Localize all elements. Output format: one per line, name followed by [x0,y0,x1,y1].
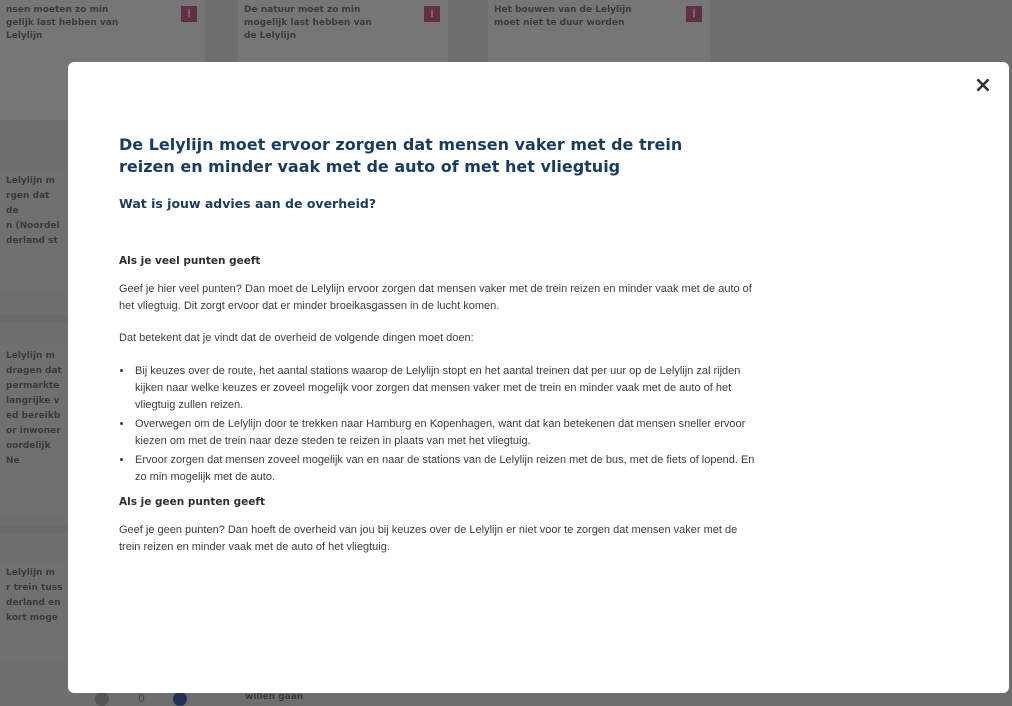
list-item: Bij keuzes over de route, het aantal sta… [133,363,759,414]
info-modal: × De Lelylijn moet ervoor zorgen dat men… [68,62,1009,693]
high-points-heading: Als je veel punten geeft [119,255,261,267]
background-card: Het bouwen van de Lelylijn moet niet te … [488,0,710,62]
close-icon[interactable]: × [973,75,993,97]
card-text: Het bouwen van de Lelylijn moet niet te … [494,5,632,28]
card-text: De natuur moet zo min mogelijk last hebb… [244,5,372,41]
plus-button[interactable] [173,692,187,706]
high-points-text: Geef je hier veel punten? Dan moet de Le… [119,283,752,312]
no-points-heading: Als je geen punten geeft [119,496,265,508]
info-icon: i [424,6,440,22]
no-points-text: Geef je geen punten? Dan hoeft de overhe… [119,524,738,553]
modal-subtitle: Wat is jouw advies aan de overheid? [119,196,377,211]
info-icon: i [686,6,702,22]
card-text: willen gaan [245,692,304,702]
list-item: Overwegen om de Lelylijn door te trekken… [133,416,759,450]
advice-list: Bij keuzes over de route, het aantal sta… [119,363,759,486]
card-text: nsen moeten zo min gelijk last hebben va… [6,5,119,41]
points-value: 0 [138,692,145,705]
background-left-item: Lelylijn m dragen dat permarkte langrijk… [0,345,70,515]
background-left-item: Lelylijn m rgen dat de n (Noordel derlan… [0,170,70,290]
background-left-item: Lelylijn m r trein tuss derland en kort … [0,562,70,662]
modal-title: De Lelylijn moet ervoor zorgen dat mense… [119,135,683,176]
list-item: Ervoor zorgen dat mensen zoveel mogelijk… [133,452,759,486]
background-card: De natuur moet zo min mogelijk last hebb… [238,0,448,62]
means-text: Dat betekent dat je vindt dat de overhei… [119,332,474,344]
info-icon: i [181,6,197,22]
modal-content: De Lelylijn moet ervoor zorgen dat mense… [119,134,759,556]
minus-button[interactable] [95,692,109,706]
